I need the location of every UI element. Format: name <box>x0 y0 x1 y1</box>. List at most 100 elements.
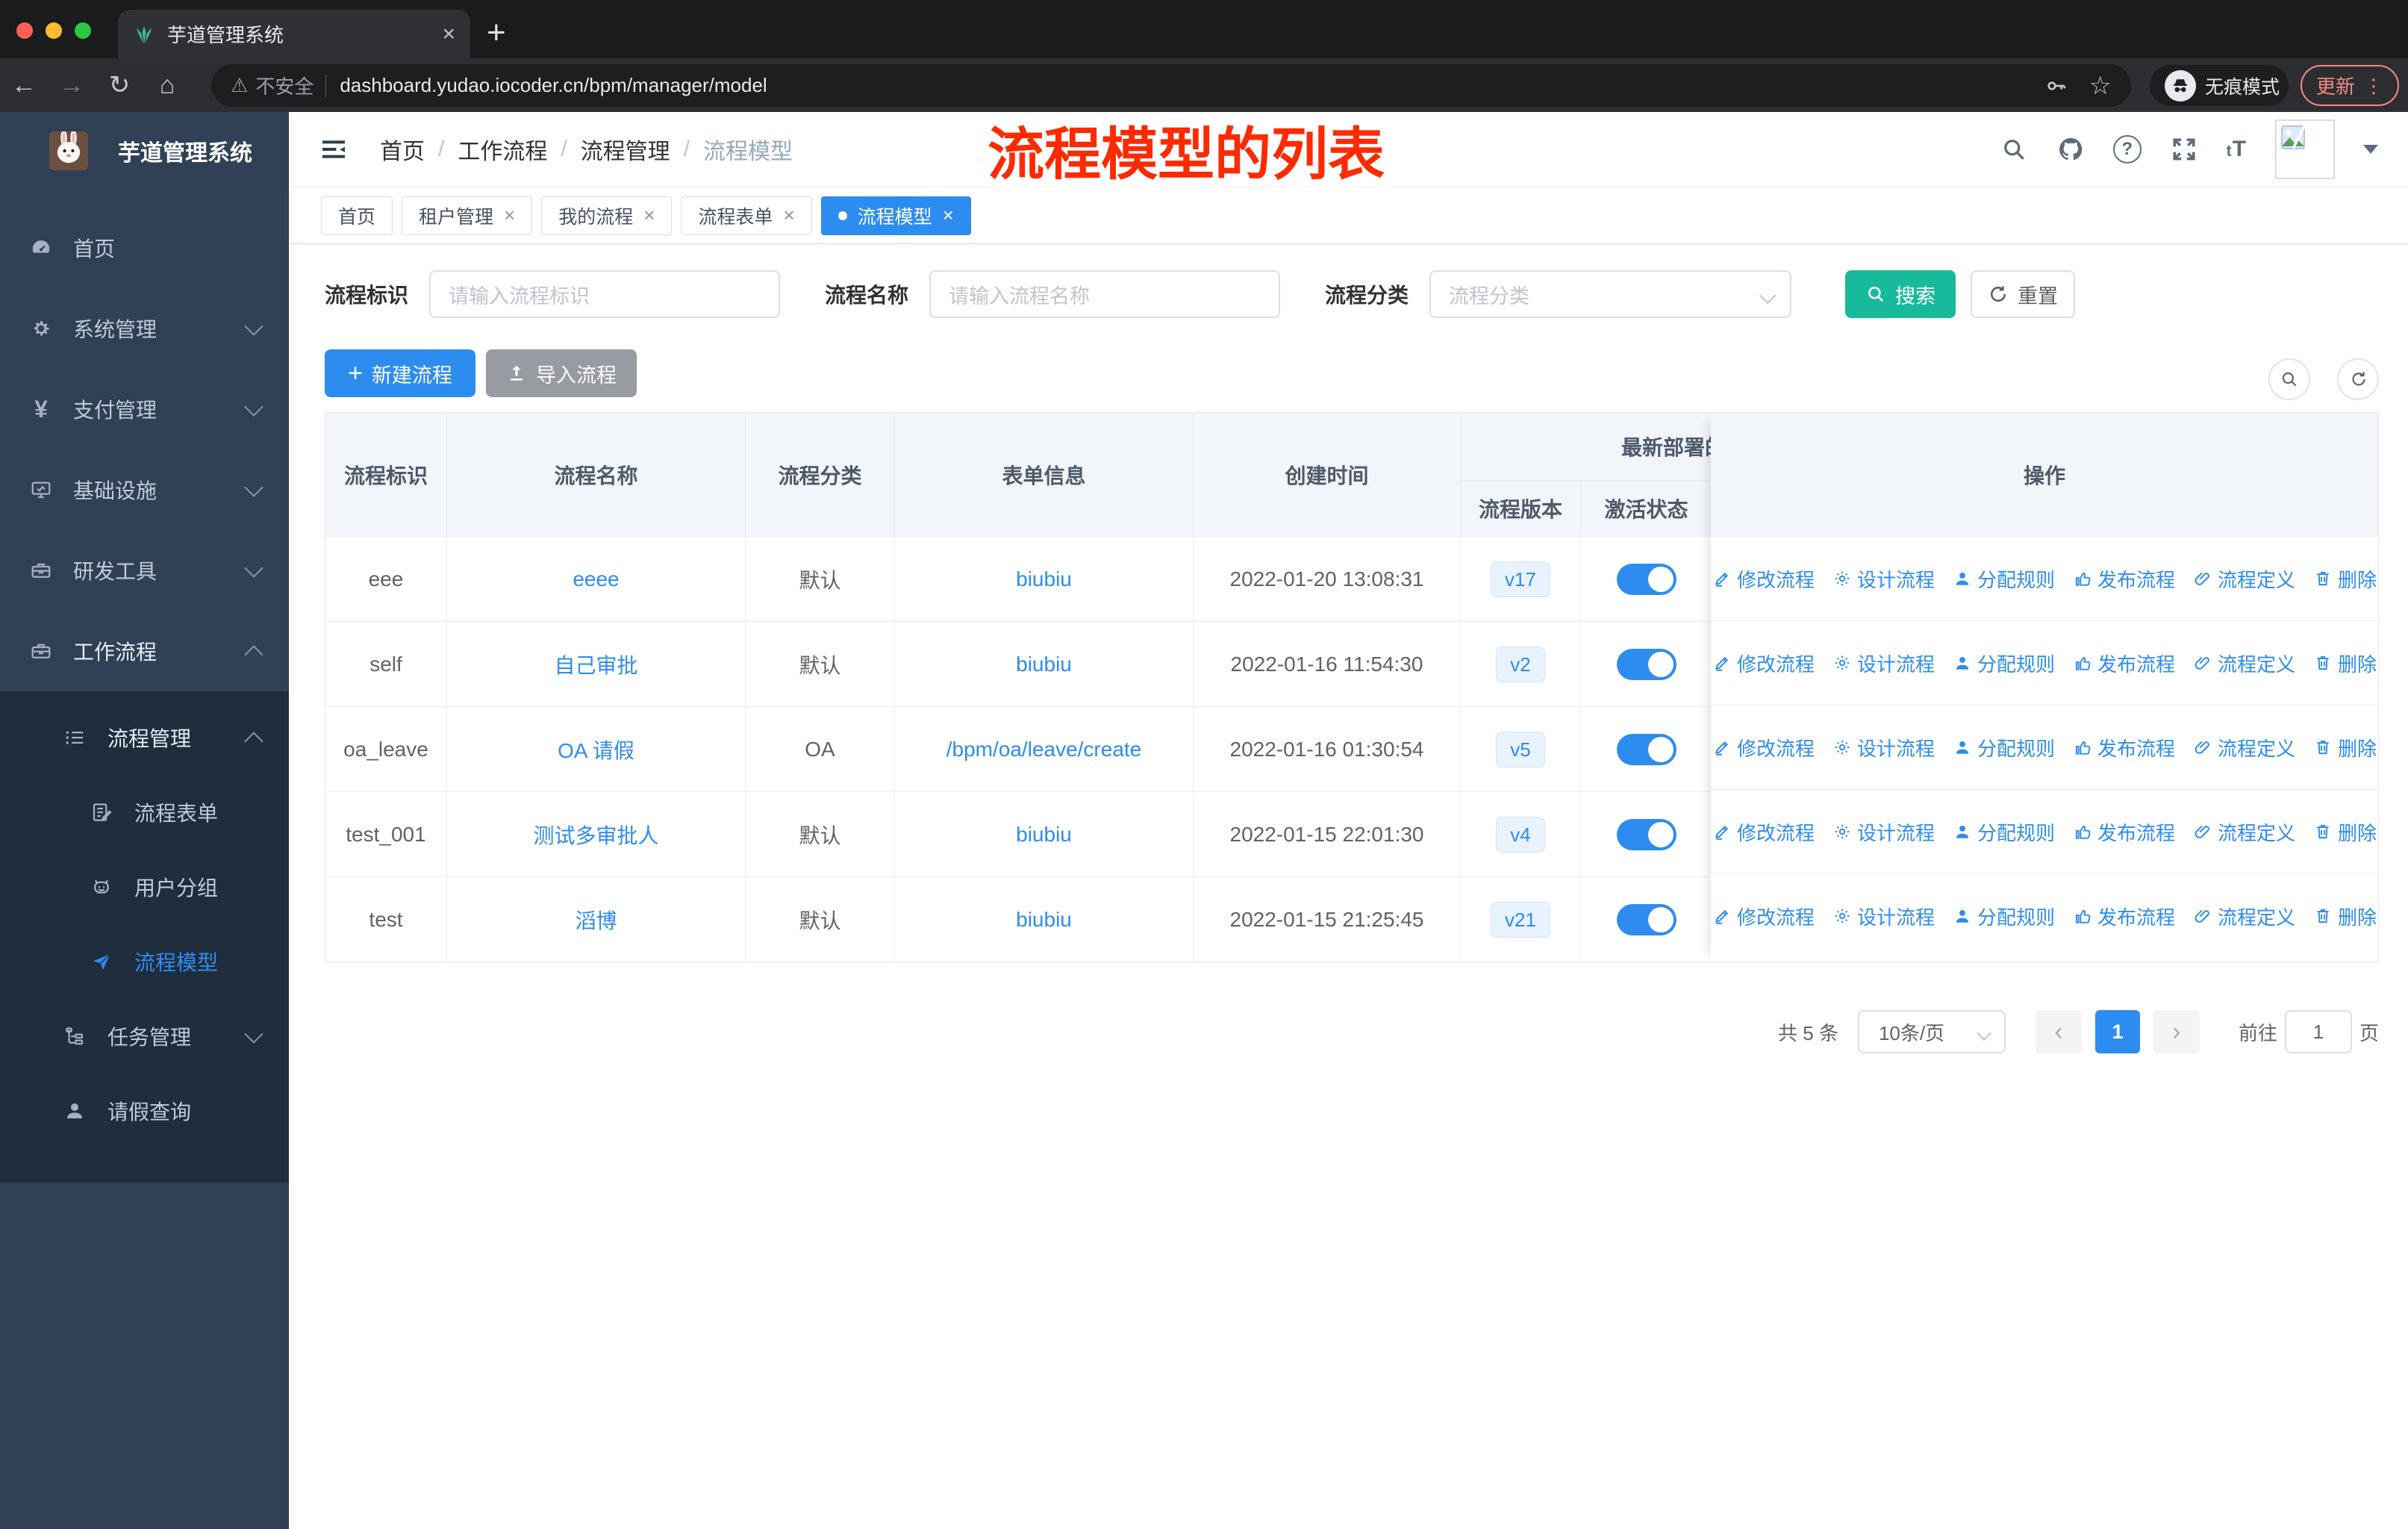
action-发布流程[interactable]: 发布流程 <box>2073 650 2175 677</box>
tag-close-icon[interactable]: × <box>943 204 954 227</box>
active-toggle[interactable] <box>1617 904 1676 935</box>
action-删除[interactable]: 删除 <box>2313 565 2377 593</box>
action-发布流程[interactable]: 发布流程 <box>2073 565 2175 593</box>
action-删除[interactable]: 删除 <box>2313 818 2377 846</box>
action-修改流程[interactable]: 修改流程 <box>1712 903 1815 930</box>
model-name-link[interactable]: eeee <box>573 567 619 591</box>
next-page-button[interactable]: › <box>2153 1010 2200 1053</box>
import-process-button[interactable]: 导入流程 <box>486 349 637 397</box>
github-icon[interactable] <box>2056 135 2085 164</box>
update-label[interactable]: 更新 <box>2316 72 2355 99</box>
action-修改流程[interactable]: 修改流程 <box>1712 734 1815 762</box>
model-name-link[interactable]: 滔博 <box>575 905 617 935</box>
page-tag-流程表单[interactable]: 流程表单× <box>681 196 811 235</box>
zoom-window-button[interactable] <box>75 22 91 39</box>
action-发布流程[interactable]: 发布流程 <box>2073 818 2175 846</box>
action-删除[interactable]: 删除 <box>2313 650 2377 677</box>
sidebar-subitem-6[interactable]: 请假查询 <box>0 1074 289 1148</box>
sidebar-subitem-4[interactable]: 流程模型 <box>0 924 289 999</box>
reset-button[interactable]: 重置 <box>1971 270 2075 318</box>
action-分配规则[interactable]: 分配规则 <box>1953 903 2055 930</box>
tag-close-icon[interactable]: × <box>643 204 655 227</box>
close-window-button[interactable] <box>16 22 33 39</box>
action-设计流程[interactable]: 设计流程 <box>1832 818 1935 846</box>
minimize-window-button[interactable] <box>46 22 62 39</box>
sidebar-item-1[interactable]: 首页 <box>0 208 289 288</box>
avatar[interactable] <box>2275 119 2335 179</box>
sidebar-subitem-5[interactable]: 任务管理 <box>0 999 289 1074</box>
back-icon[interactable]: ← <box>0 71 48 100</box>
action-设计流程[interactable]: 设计流程 <box>1832 734 1935 762</box>
model-name-link[interactable]: 自己审批 <box>554 650 637 679</box>
action-设计流程[interactable]: 设计流程 <box>1832 903 1935 930</box>
tag-close-icon[interactable]: × <box>504 204 515 227</box>
form-info-link[interactable]: biubiu <box>1016 823 1072 847</box>
action-分配规则[interactable]: 分配规则 <box>1953 565 2055 593</box>
filter-name-input[interactable]: 请输入流程名称 <box>929 270 1280 318</box>
action-发布流程[interactable]: 发布流程 <box>2073 734 2175 762</box>
action-流程定义[interactable]: 流程定义 <box>2193 734 2295 762</box>
refresh-icon[interactable] <box>2337 358 2379 400</box>
sidebar-subitem-3[interactable]: 用户分组 <box>0 850 289 924</box>
url-text[interactable]: dashboard.yudao.iocoder.cn/bpm/manager/m… <box>340 74 2023 97</box>
page-tag-首页[interactable]: 首页 <box>321 196 393 235</box>
page-tag-流程模型[interactable]: 流程模型× <box>821 196 971 235</box>
sidebar-item-2[interactable]: 系统管理 <box>0 288 289 369</box>
action-删除[interactable]: 删除 <box>2313 734 2377 762</box>
goto-page-input[interactable]: 1 <box>2285 1010 2352 1053</box>
action-分配规则[interactable]: 分配规则 <box>1953 734 2055 762</box>
address-bar[interactable]: ⚠ 不安全 dashboard.yudao.iocoder.cn/bpm/man… <box>211 64 2131 107</box>
page-tag-我的流程[interactable]: 我的流程× <box>541 196 672 235</box>
browser-tab[interactable]: 芋道管理系统 × <box>118 10 470 58</box>
forward-icon[interactable]: → <box>48 71 96 100</box>
font-size-icon[interactable]: tT <box>2227 137 2247 162</box>
create-process-button[interactable]: + 新建流程 <box>325 349 475 397</box>
action-分配规则[interactable]: 分配规则 <box>1953 650 2055 677</box>
avatar-caret-icon[interactable] <box>2363 145 2378 154</box>
form-info-link[interactable]: /bpm/oa/leave/create <box>946 738 1142 762</box>
active-toggle[interactable] <box>1617 564 1676 595</box>
bookmark-star-icon[interactable]: ☆ <box>2089 71 2112 101</box>
action-发布流程[interactable]: 发布流程 <box>2073 903 2175 930</box>
home-icon[interactable]: ⌂ <box>143 71 191 100</box>
show-search-icon[interactable] <box>2268 358 2310 400</box>
reload-icon[interactable]: ↻ <box>96 70 143 100</box>
update-chip[interactable]: 更新 ⋮ <box>2301 65 2399 106</box>
form-info-link[interactable]: biubiu <box>1016 567 1072 591</box>
model-name-link[interactable]: OA 请假 <box>558 735 634 764</box>
action-设计流程[interactable]: 设计流程 <box>1832 565 1935 593</box>
prev-page-button[interactable]: ‹ <box>2036 1010 2082 1053</box>
fullscreen-icon[interactable] <box>2170 135 2198 164</box>
active-toggle[interactable] <box>1617 734 1676 765</box>
action-流程定义[interactable]: 流程定义 <box>2193 650 2295 677</box>
filter-category-select[interactable]: 流程分类 <box>1429 270 1791 318</box>
model-name-link[interactable]: 测试多审批人 <box>533 820 658 850</box>
action-修改流程[interactable]: 修改流程 <box>1712 650 1815 677</box>
action-流程定义[interactable]: 流程定义 <box>2193 903 2295 930</box>
tag-close-icon[interactable]: × <box>783 204 794 227</box>
sidebar-item-6[interactable]: 工作流程 <box>0 611 289 691</box>
action-分配规则[interactable]: 分配规则 <box>1953 818 2055 846</box>
form-info-link[interactable]: biubiu <box>1016 653 1072 676</box>
action-删除[interactable]: 删除 <box>2313 903 2377 930</box>
search-button[interactable]: 搜索 <box>1845 270 1956 318</box>
filter-key-input[interactable]: 请输入流程标识 <box>429 270 780 318</box>
breadcrumb-item[interactable]: 工作流程 <box>458 133 547 166</box>
help-icon[interactable]: ? <box>2113 135 2142 164</box>
active-toggle[interactable] <box>1617 649 1676 680</box>
window-controls[interactable] <box>16 22 91 39</box>
breadcrumb-item[interactable]: 首页 <box>380 133 425 166</box>
action-设计流程[interactable]: 设计流程 <box>1832 650 1935 677</box>
browser-menu-icon[interactable]: ⋮ <box>2364 81 2383 90</box>
sidebar-subitem-1[interactable]: 流程管理 <box>0 700 289 775</box>
key-icon[interactable] <box>2044 74 2068 98</box>
active-toggle[interactable] <box>1617 819 1676 850</box>
breadcrumb-item[interactable]: 流程管理 <box>581 133 670 166</box>
sidebar-item-4[interactable]: 基础设施 <box>0 449 289 530</box>
sidebar-item-3[interactable]: ¥ 支付管理 <box>0 369 289 449</box>
search-icon[interactable] <box>2000 135 2028 164</box>
new-tab-button[interactable]: + <box>487 16 506 49</box>
sidebar-item-5[interactable]: 研发工具 <box>0 530 289 611</box>
action-流程定义[interactable]: 流程定义 <box>2193 565 2295 593</box>
page-1-button[interactable]: 1 <box>2095 1010 2140 1053</box>
